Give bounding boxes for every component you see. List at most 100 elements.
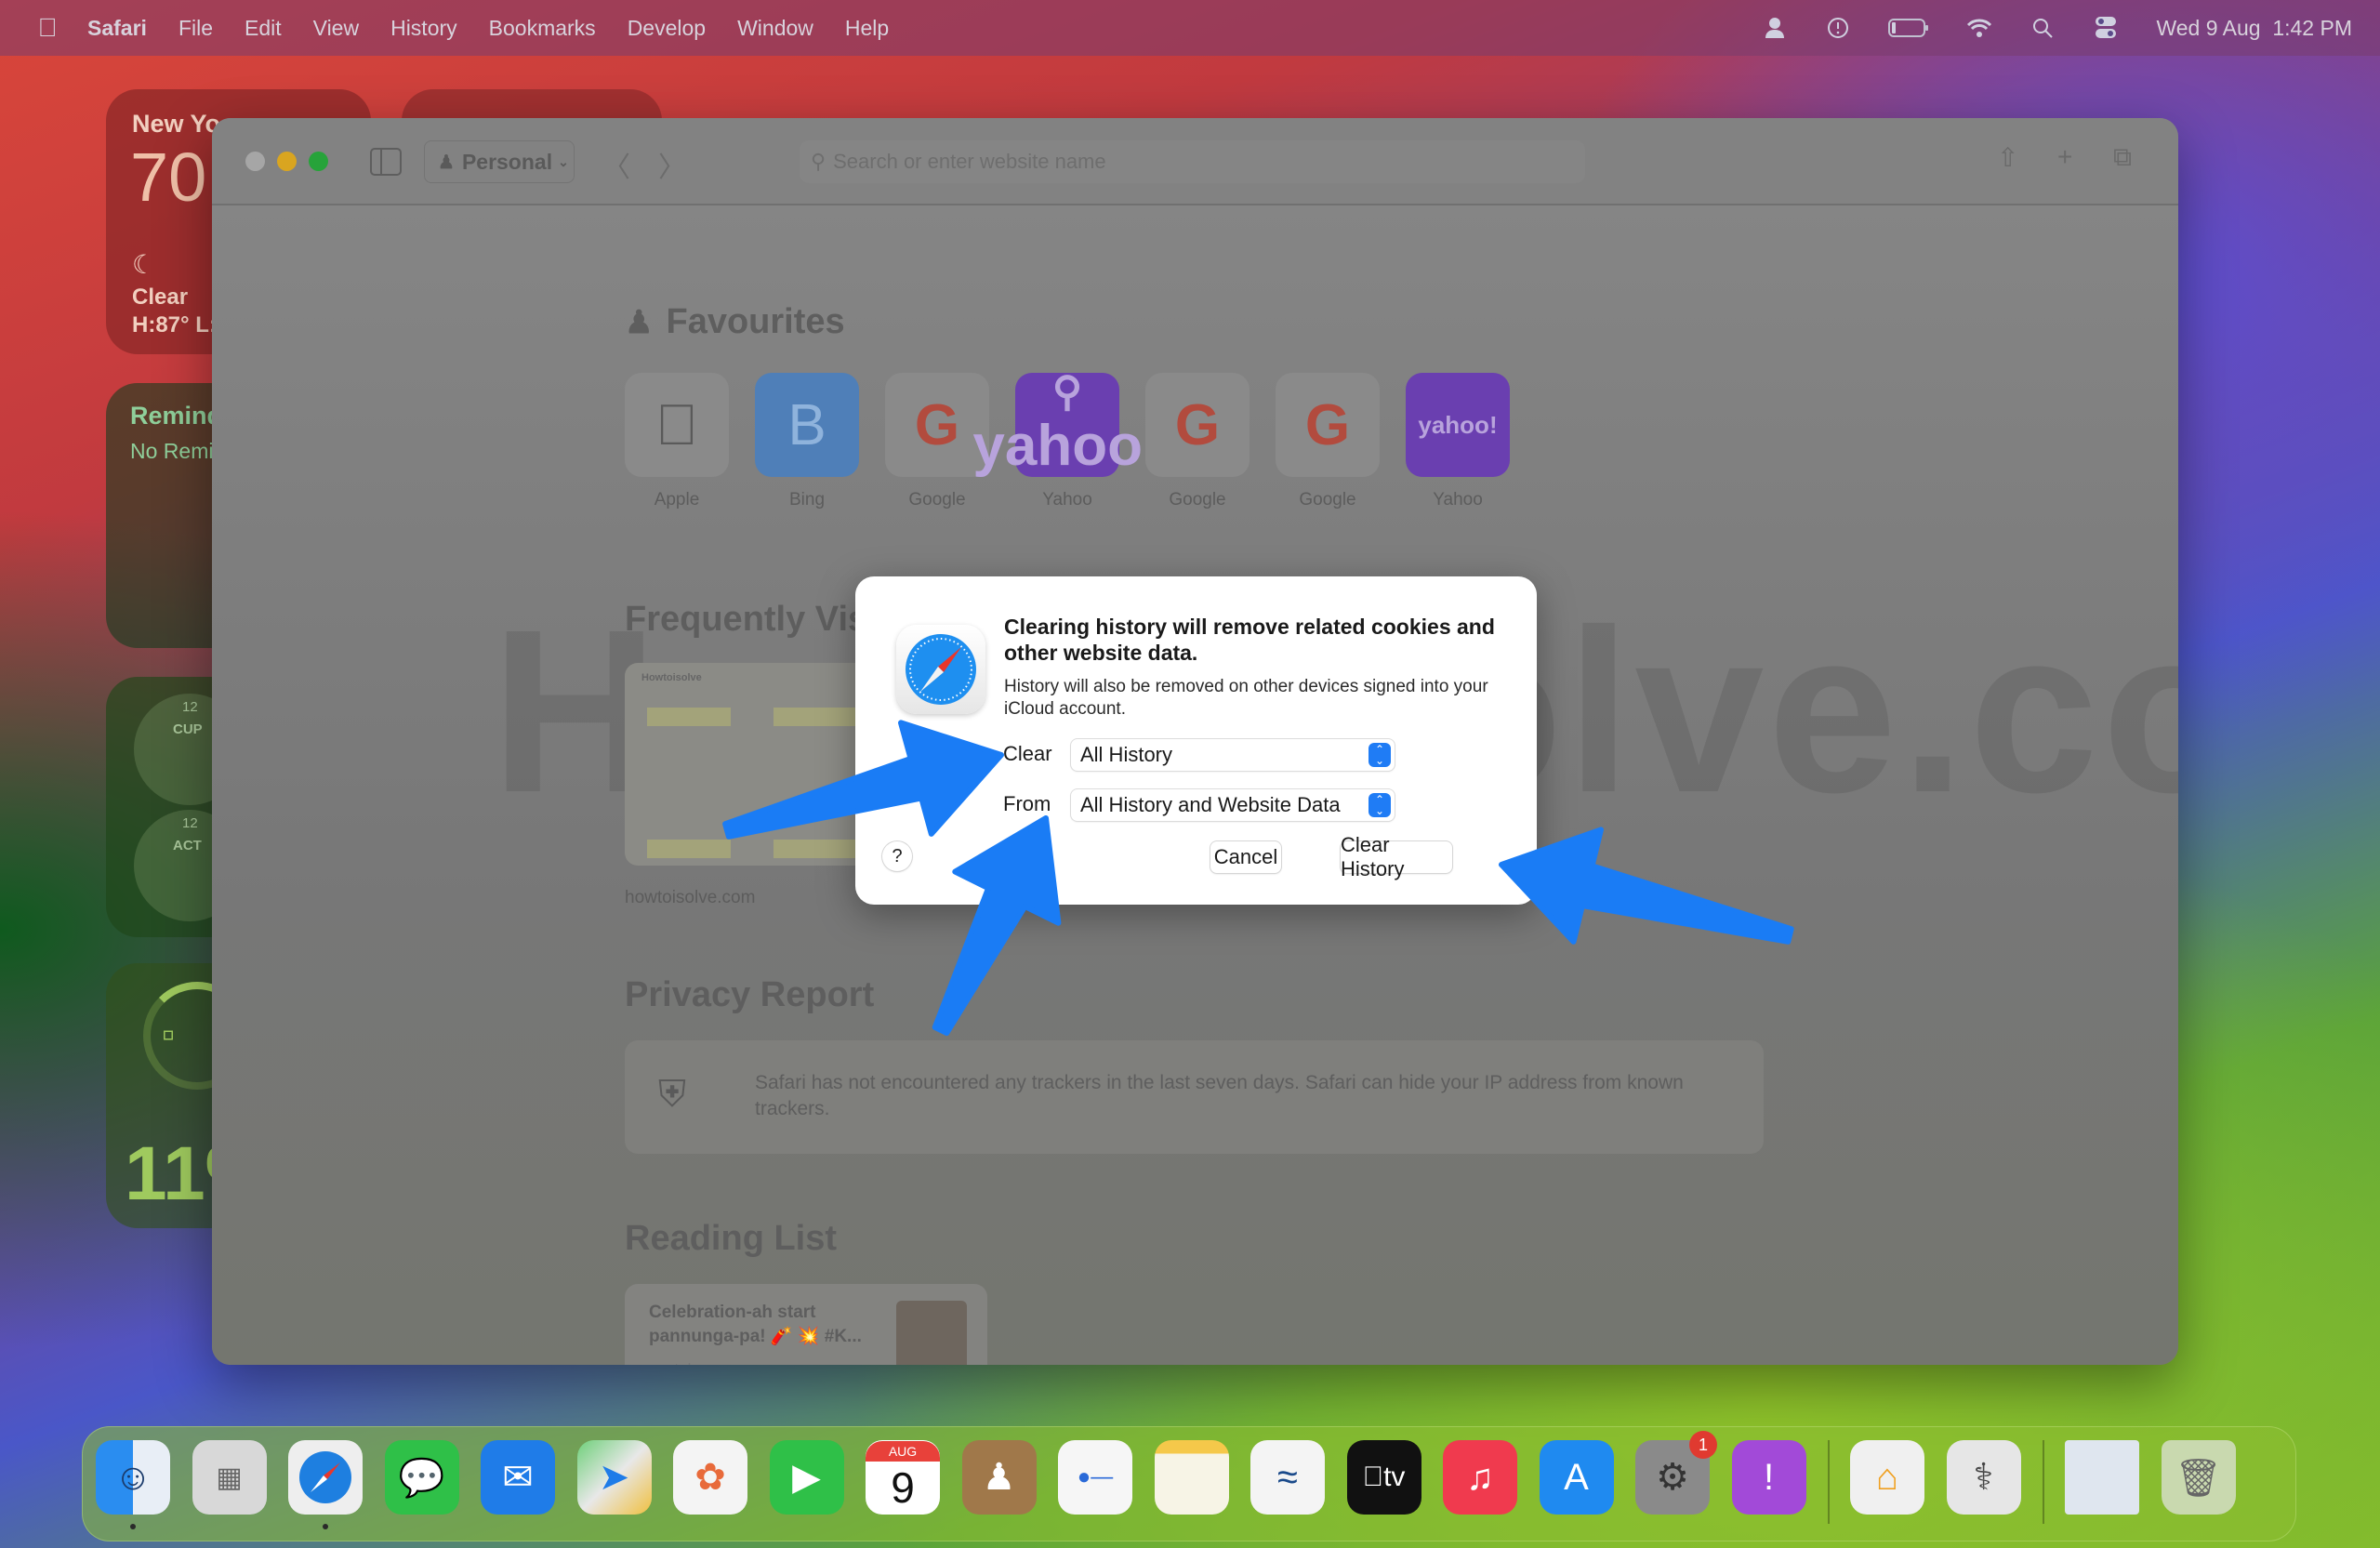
menu-file[interactable]: File — [178, 16, 213, 41]
menu-window[interactable]: Window — [737, 16, 813, 41]
clear-history-button[interactable]: Clear History — [1341, 833, 1452, 880]
window-zoom-button[interactable] — [309, 152, 328, 171]
favourite-label: Bing — [788, 490, 826, 509]
menu-history[interactable]: History — [390, 16, 457, 41]
reminders-title: Remind — [130, 402, 223, 430]
dialog-message: History will also be removed on other de… — [1004, 677, 1488, 719]
calendar-day: 9 — [891, 1463, 915, 1512]
user-icon[interactable] — [1762, 15, 1788, 41]
dock-finder[interactable]: ☺ — [96, 1440, 170, 1529]
spotlight-search-icon[interactable] — [2030, 15, 2056, 41]
favourite-google[interactable]: G Google — [1145, 373, 1250, 510]
favourite-label: Google — [908, 490, 966, 509]
reminders-subtitle: No Remi — [130, 439, 214, 463]
map-arrow-icon: ➤ — [598, 1457, 630, 1498]
dock-safari[interactable] — [288, 1440, 363, 1529]
battery-icon[interactable] — [1888, 15, 1929, 41]
dock-separator — [1828, 1440, 1830, 1524]
profile-button[interactable]: ♟ Personal ⌄ — [424, 140, 575, 183]
menu-bar:  Safari File Edit View History Bookmark… — [0, 0, 2380, 56]
video-camera-icon: ▶ — [792, 1457, 821, 1498]
contact-card-icon: ♟ — [982, 1457, 1016, 1498]
window-minimize-button[interactable] — [277, 152, 297, 171]
dock-maps[interactable]: ➤ — [576, 1440, 652, 1515]
new-tab-icon[interactable]: + — [2057, 142, 2072, 172]
bing-logo-icon: B — [755, 373, 859, 477]
menu-help[interactable]: Help — [845, 16, 889, 41]
menu-view[interactable]: View — [313, 16, 359, 41]
exclamation-bubble-icon: ! — [1763, 1456, 1775, 1498]
control-center-icon[interactable] — [2093, 15, 2119, 41]
forward-button[interactable]: 〉 — [658, 144, 686, 185]
dock-screenshot-stack[interactable] — [2065, 1440, 2139, 1515]
share-icon[interactable]: ⇧ — [1997, 142, 2018, 173]
sidebar-toggle-icon[interactable] — [370, 148, 402, 176]
trash-icon: 🗑 — [2175, 1457, 2222, 1499]
tab-overview-icon[interactable]: ⧉ — [2113, 142, 2132, 173]
launchpad-grid-icon: ▦ — [216, 1462, 243, 1493]
clear-range-select[interactable]: All History ⌃ ⌄ — [1071, 739, 1395, 771]
person-icon: ♟ — [625, 304, 654, 340]
menubar-datetime[interactable]: Wed 9 Aug 1:42 PM — [2156, 16, 2352, 41]
address-bar[interactable]: ⚲ Search or enter website name — [800, 140, 1585, 183]
dock-messages[interactable]: 💬 — [384, 1440, 459, 1515]
cancel-button[interactable]: Cancel — [1210, 841, 1281, 873]
dock-system-information[interactable]: ⚕ — [1946, 1440, 2021, 1515]
moon-icon: ☾ — [132, 250, 156, 279]
dock-system-settings[interactable]: ⚙ 1 — [1635, 1431, 1717, 1515]
weather-high-low: H:87° L: — [132, 312, 217, 337]
dock-music[interactable]: ♫ — [1443, 1440, 1517, 1515]
dock-calendar[interactable]: AUG 9 — [866, 1440, 940, 1515]
favourite-google[interactable]: G Google — [1276, 373, 1380, 510]
weather-condition: Clear — [132, 284, 189, 310]
dock-reminders[interactable]: ●— — [1058, 1440, 1132, 1515]
dock-photos[interactable]: ✿ — [673, 1440, 747, 1515]
favourites-heading: ♟ Favourites — [625, 302, 845, 342]
back-button[interactable]: 〈 — [602, 144, 630, 185]
google-logo-icon: G — [1276, 373, 1380, 477]
help-button[interactable]: ? — [882, 841, 912, 871]
dock-apple-tv[interactable]: tv — [1346, 1440, 1421, 1515]
stethoscope-icon: ⚕ — [1973, 1457, 1994, 1498]
menu-edit[interactable]: Edit — [245, 16, 282, 41]
thumbnail-card — [774, 708, 857, 726]
clock-city-label: ACT — [173, 838, 202, 853]
favourite-yahoo[interactable]: yahoo! Yahoo — [1406, 373, 1510, 510]
dock-freeform[interactable]: ≈ — [1250, 1440, 1325, 1515]
reading-list-item[interactable]: Celebration-ah start pannunga-pa! 🧨 💥 #K… — [625, 1284, 987, 1365]
dock-mail[interactable]: ✉ — [481, 1440, 555, 1515]
dock-contacts[interactable]: ♟ — [961, 1440, 1037, 1515]
apple-menu-icon[interactable]:  — [33, 13, 61, 43]
menu-bookmarks[interactable]: Bookmarks — [489, 16, 596, 41]
favourite-label: Yahoo — [1433, 490, 1483, 509]
tv-wordmark: tv — [1372, 1462, 1405, 1492]
favourites-grid:  Apple B Bing G Google ⚲yahoo! Yahoo G Googl… — [625, 371, 1510, 510]
dock-launchpad[interactable]: ▦ — [192, 1440, 267, 1515]
favourite-apple[interactable]:  Apple — [625, 373, 729, 510]
window-close-button[interactable] — [245, 152, 265, 171]
safari-toolbar: ♟ Personal ⌄ 〈 〉 ⚲ Search or enter websi… — [212, 118, 2178, 205]
wifi-icon[interactable] — [1966, 15, 1992, 41]
dock-feedback-assistant[interactable]: ! — [1731, 1440, 1806, 1515]
thumbnail-site-title: Howtoisolve — [641, 672, 702, 683]
dock-home[interactable]: ⌂ — [1850, 1440, 1924, 1515]
thumbnail-card — [647, 840, 731, 858]
dock-notes[interactable] — [1154, 1440, 1229, 1515]
favourite-yahoo[interactable]: ⚲ yahoo! Yahoo — [972, 371, 1161, 510]
running-indicator — [323, 1524, 328, 1529]
clear-label: Clear — [1003, 742, 1052, 765]
google-logo-icon: G — [1145, 373, 1250, 477]
dock-trash[interactable]: 🗑 — [2161, 1440, 2236, 1515]
favourite-bing[interactable]: B Bing — [755, 373, 859, 510]
gear-icon: ⚙ — [1656, 1457, 1689, 1498]
menu-app-safari[interactable]: Safari — [87, 16, 147, 41]
weather-city: New Yo — [132, 110, 221, 138]
dock-facetime[interactable]: ▶ — [769, 1440, 844, 1515]
time-machine-icon[interactable] — [1825, 15, 1851, 41]
from-value: All History and Website Data — [1080, 793, 1341, 816]
privacy-report-card[interactable]: ⛨ Safari has not encountered any tracker… — [625, 1040, 1764, 1154]
checklist-icon: ●— — [1077, 1464, 1114, 1489]
dock-app-store[interactable]: A — [1539, 1440, 1614, 1515]
from-profile-select[interactable]: All History and Website Data ⌃ ⌄ — [1071, 789, 1395, 821]
menu-develop[interactable]: Develop — [628, 16, 706, 41]
